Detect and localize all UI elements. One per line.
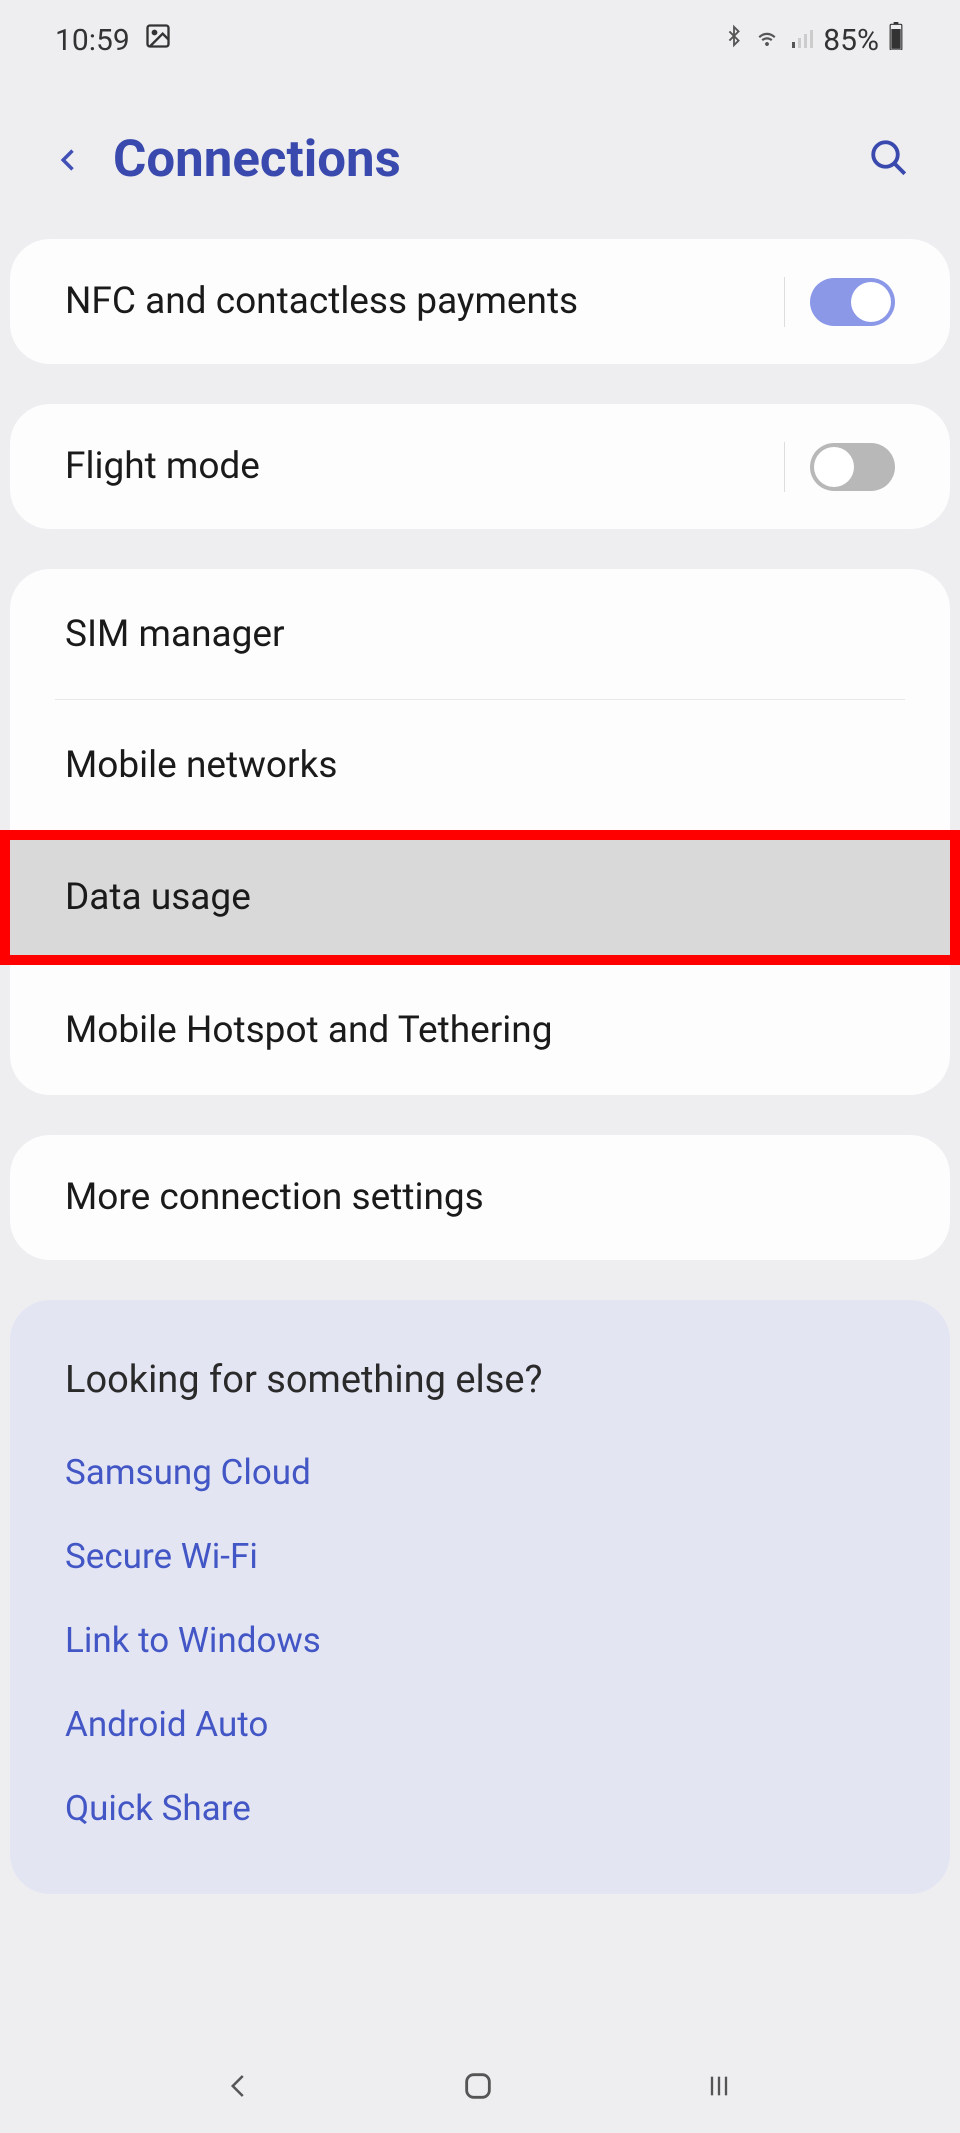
data-usage-row[interactable]: Data usage [10,840,950,955]
suggestion-title: Looking for something else? [65,1358,895,1402]
mobile-networks-label: Mobile networks [65,744,895,787]
flight-label: Flight mode [65,445,784,488]
flight-toggle[interactable] [810,443,895,491]
navigation-bar [0,2043,960,2133]
link-android-auto[interactable]: Android Auto [65,1704,895,1745]
nfc-card: NFC and contactless payments [10,239,950,364]
link-quick-share[interactable]: Quick Share [65,1788,895,1829]
sim-row[interactable]: SIM manager [10,569,950,699]
signal-icon [789,23,815,58]
nav-recents-button[interactable] [702,2072,736,2104]
more-label: More connection settings [65,1176,895,1219]
link-samsung-cloud[interactable]: Samsung Cloud [65,1452,895,1493]
data-usage-label: Data usage [65,876,895,919]
more-card: More connection settings [10,1135,950,1260]
bluetooth-icon [723,22,745,58]
data-usage-highlight: Data usage [0,830,960,965]
link-secure-wifi[interactable]: Secure Wi-Fi [65,1536,895,1577]
sim-label: SIM manager [65,613,895,656]
flight-card: Flight mode [10,404,950,529]
nav-home-button[interactable] [461,2069,495,2107]
divider [784,442,785,492]
hotspot-label: Mobile Hotspot and Tethering [65,1009,895,1052]
divider [784,277,785,327]
battery-percent: 85% [823,23,879,58]
status-right: 85% [723,22,905,58]
hotspot-row[interactable]: Mobile Hotspot and Tethering [10,965,950,1095]
nfc-row[interactable]: NFC and contactless payments [10,239,950,364]
status-time: 10:59 [55,23,130,58]
nav-back-button[interactable] [224,2071,254,2105]
picture-icon [144,22,172,58]
network-card: SIM manager Mobile networks Data usage M… [10,569,950,1095]
status-bar: 10:59 85% [0,0,960,80]
page-title: Connections [113,130,868,189]
nfc-toggle[interactable] [810,278,895,326]
back-button[interactable] [55,139,83,181]
flight-row[interactable]: Flight mode [10,404,950,529]
mobile-networks-row[interactable]: Mobile networks [10,700,950,830]
search-button[interactable] [868,137,910,183]
link-link-windows[interactable]: Link to Windows [65,1620,895,1661]
wifi-icon [753,23,781,58]
more-row[interactable]: More connection settings [10,1135,950,1260]
nfc-label: NFC and contactless payments [65,280,784,323]
status-left: 10:59 [55,22,172,58]
header: Connections [0,80,960,239]
battery-icon [887,22,905,58]
suggestion-card: Looking for something else? Samsung Clou… [10,1300,950,1894]
